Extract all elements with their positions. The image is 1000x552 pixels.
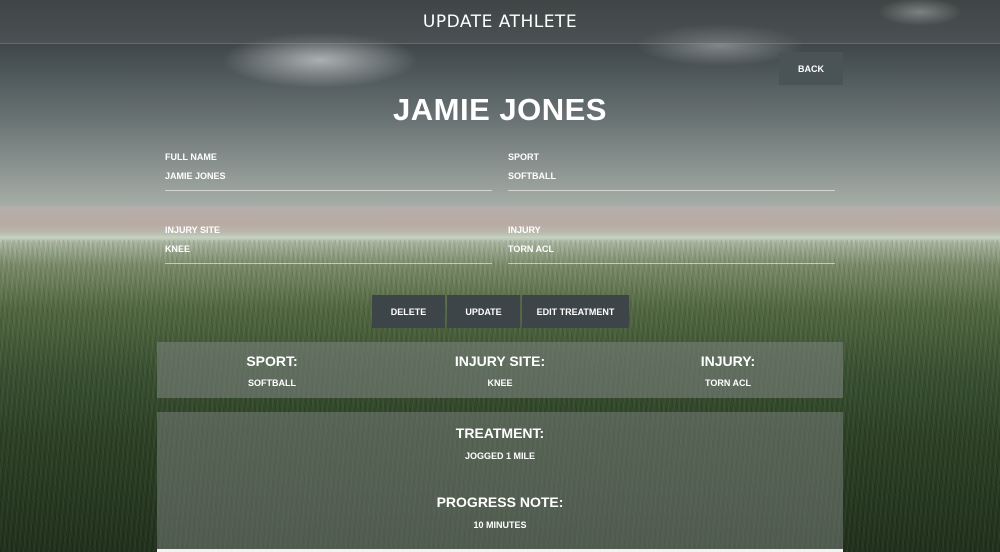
progress-note-heading: PROGRESS NOTE: bbox=[436, 494, 564, 510]
action-button-group: DELETE UPDATE EDIT TREATMENT bbox=[372, 295, 629, 328]
full-name-input[interactable] bbox=[165, 169, 492, 191]
summary-injury-site: INJURY SITE: KNEE bbox=[400, 353, 600, 388]
injury-input[interactable] bbox=[508, 242, 835, 264]
summary-sport: SPORT: SOFTBALL bbox=[172, 353, 372, 388]
full-name-label: FULL NAME bbox=[165, 152, 217, 162]
summary-injury: INJURY: TORN ACL bbox=[628, 353, 828, 388]
injury-site-label: INJURY SITE bbox=[165, 225, 221, 235]
injury-site-input[interactable] bbox=[165, 242, 492, 264]
update-button[interactable]: UPDATE bbox=[447, 295, 520, 328]
injury-site-field: INJURY SITE bbox=[165, 225, 492, 264]
sport-input[interactable] bbox=[508, 169, 835, 191]
summary-injury-heading: INJURY: bbox=[700, 353, 756, 369]
sport-field: SPORT bbox=[508, 152, 835, 191]
summary-injury-site-heading: INJURY SITE: bbox=[454, 353, 546, 369]
full-name-field: FULL NAME bbox=[165, 152, 492, 191]
summary-injury-value: TORN ACL bbox=[705, 378, 751, 388]
summary-sport-value: SOFTBALL bbox=[248, 378, 296, 388]
injury-summary-card: SPORT: SOFTBALL INJURY SITE: KNEE INJURY… bbox=[157, 342, 843, 398]
treatment-heading: TREATMENT: bbox=[455, 425, 545, 441]
page-title: UPDATE ATHLETE bbox=[422, 11, 578, 32]
delete-button[interactable]: DELETE bbox=[372, 295, 445, 328]
progress-note-value: 10 MINUTES bbox=[473, 520, 527, 530]
stadium-background bbox=[0, 206, 1000, 236]
athlete-name-heading: JAMIE JONES bbox=[393, 92, 607, 127]
back-button[interactable]: BACK bbox=[779, 52, 843, 85]
summary-injury-site-value: KNEE bbox=[487, 378, 513, 388]
treatment-value: JOGGED 1 MILE bbox=[464, 451, 535, 461]
injury-label: INJURY bbox=[508, 225, 541, 235]
sport-label: SPORT bbox=[508, 152, 540, 162]
treatment-card: TREATMENT: JOGGED 1 MILE PROGRESS NOTE: … bbox=[157, 412, 843, 552]
injury-field: INJURY bbox=[508, 225, 835, 264]
edit-treatment-button[interactable]: EDIT TREATMENT bbox=[522, 295, 629, 328]
header-bar: UPDATE ATHLETE bbox=[0, 0, 1000, 44]
summary-sport-heading: SPORT: bbox=[246, 353, 298, 369]
